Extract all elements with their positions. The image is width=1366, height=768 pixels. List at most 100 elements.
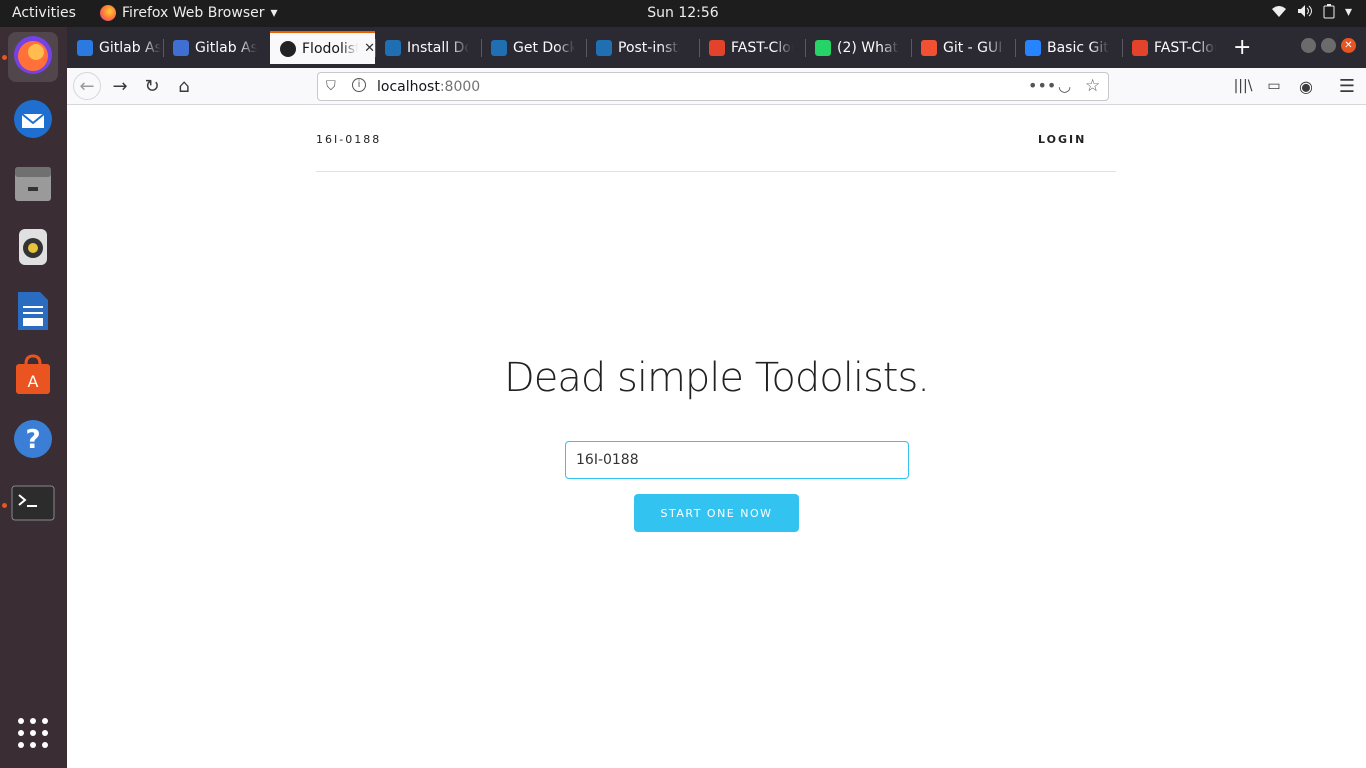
dock-writer[interactable] [8, 288, 58, 338]
system-top-bar: Activities Firefox Web Browser ▾ Sun 12:… [0, 0, 1366, 27]
tab[interactable]: Install Do [375, 31, 481, 64]
files-icon [12, 162, 54, 208]
tab[interactable]: Flodolist ✕ [270, 31, 375, 64]
battery-icon [1323, 4, 1335, 23]
account-button[interactable]: ◉ [1292, 72, 1320, 100]
tab[interactable]: Post-insta [586, 31, 699, 64]
dock-firefox[interactable] [8, 32, 58, 82]
library-icon: |||\ [1233, 78, 1253, 94]
terminal-icon [11, 485, 55, 525]
home-button[interactable]: ⌂ [170, 72, 198, 100]
tab-label: Basic Git c [1047, 39, 1109, 56]
menu-button[interactable]: ☰ [1333, 72, 1361, 100]
browser-window: Gitlab Ass Gitlab Ass Flodolist ✕ Install Do… [67, 27, 1366, 768]
tab-label: Gitlab Ass [195, 39, 257, 56]
svg-text:?: ? [25, 425, 40, 455]
tab-label: Get Docke [513, 39, 575, 56]
start-one-now-button[interactable]: START ONE NOW [634, 494, 799, 532]
tab-label: Flodolist [302, 40, 359, 57]
hamburger-icon: ☰ [1338, 75, 1356, 97]
tab-favicon-icon [815, 39, 831, 56]
firefox-icon [100, 5, 116, 21]
tab-label: Post-insta [618, 39, 680, 56]
info-icon[interactable]: i [352, 78, 366, 92]
chevron-down-icon: ▾ [270, 5, 278, 21]
tab-label: FAST-Clou [731, 39, 793, 56]
site-brand[interactable]: 16I-0188 [316, 133, 381, 146]
todo-list-name-input[interactable] [565, 441, 909, 479]
tab[interactable]: Get Docke [481, 31, 586, 64]
tab[interactable]: (2) Whats [805, 31, 911, 64]
library-button[interactable]: |||\ [1229, 72, 1257, 100]
maximize-button[interactable] [1321, 38, 1336, 53]
apps-grid-icon [17, 717, 49, 753]
arrow-right-icon: → [112, 75, 128, 97]
page-content: 16I-0188 LOGIN Dead simple Todolists. ST… [67, 105, 1366, 768]
svg-text:A: A [28, 372, 39, 391]
chevron-down-icon: ▾ [1344, 4, 1352, 20]
help-icon: ? [12, 418, 54, 464]
url-port: :8000 [439, 79, 481, 95]
tab-favicon-icon [596, 39, 612, 56]
more-actions-icon[interactable]: ••• [1028, 76, 1056, 95]
activities-button[interactable]: Activities [12, 5, 76, 21]
tab[interactable]: FAST-Clou [1122, 31, 1228, 64]
bookmark-star-icon[interactable]: ☆ [1085, 76, 1100, 96]
tab-label: FAST-Clou [1154, 39, 1216, 56]
pocket-icon[interactable]: ◡ [1058, 77, 1071, 95]
header-divider [316, 171, 1116, 172]
back-button[interactable]: ← [73, 72, 101, 100]
url-bar[interactable]: ⛉ i localhost:8000 ••• ◡ ☆ [317, 72, 1109, 101]
wifi-icon [1271, 4, 1287, 23]
app-menu[interactable]: Firefox Web Browser ▾ [100, 5, 278, 21]
forward-button[interactable]: → [106, 72, 134, 100]
show-applications-button[interactable] [8, 710, 58, 760]
tab[interactable]: FAST-Clou [699, 31, 805, 64]
tab-bar: Gitlab Ass Gitlab Ass Flodolist ✕ Install Do… [67, 27, 1366, 68]
reload-button[interactable]: ↻ [138, 72, 166, 100]
close-tab-icon[interactable]: ✕ [364, 41, 375, 56]
sidebar-button[interactable]: ▭ [1260, 72, 1288, 100]
dock-help[interactable]: ? [8, 416, 58, 466]
tab[interactable]: Git - GUI C [911, 31, 1015, 64]
dock: A ? [0, 27, 67, 768]
volume-icon [1297, 4, 1313, 23]
account-icon: ◉ [1299, 76, 1313, 96]
running-indicator [2, 503, 7, 508]
arrow-left-icon: ← [79, 75, 95, 97]
tab-favicon-icon [709, 39, 725, 56]
minimize-button[interactable] [1301, 38, 1316, 53]
tab-label: (2) Whats [837, 39, 899, 56]
tab-favicon-icon [1132, 39, 1148, 56]
url-text[interactable]: localhost:8000 [377, 79, 480, 95]
tab[interactable]: Gitlab Ass [67, 31, 163, 64]
home-icon: ⌂ [178, 75, 190, 97]
app-menu-label: Firefox Web Browser [122, 5, 265, 21]
url-host: localhost [377, 79, 440, 95]
system-tray[interactable]: ▾ [1271, 4, 1352, 23]
thunderbird-icon [12, 98, 54, 144]
page-headline: Dead simple Todolists. [503, 355, 930, 401]
dock-thunderbird[interactable] [8, 96, 58, 146]
tab[interactable]: Basic Git c [1015, 31, 1122, 64]
dock-files[interactable] [8, 160, 58, 210]
sidebar-icon: ▭ [1267, 78, 1281, 94]
tab-favicon-icon [280, 40, 296, 57]
dock-terminal[interactable] [8, 480, 58, 530]
running-indicator [2, 55, 7, 60]
dock-rhythmbox[interactable] [8, 224, 58, 274]
tab-favicon-icon [77, 39, 93, 56]
tab[interactable]: Gitlab Ass [163, 31, 270, 64]
writer-icon [12, 290, 54, 336]
new-tab-button[interactable]: + [1233, 35, 1251, 60]
login-link[interactable]: LOGIN [1038, 133, 1086, 146]
tab-favicon-icon [173, 39, 189, 56]
navigation-toolbar: ← → ↻ ⌂ ⛉ i localhost:8000 ••• ◡ ☆ |||\ … [67, 68, 1366, 105]
close-window-button[interactable]: ✕ [1341, 38, 1356, 53]
dock-software[interactable]: A [8, 352, 58, 402]
shield-icon[interactable]: ⛉ [326, 79, 336, 94]
software-icon: A [12, 354, 54, 400]
tab-favicon-icon [385, 39, 401, 56]
tab-favicon-icon [491, 39, 507, 56]
tab-label: Git - GUI C [943, 39, 1005, 56]
